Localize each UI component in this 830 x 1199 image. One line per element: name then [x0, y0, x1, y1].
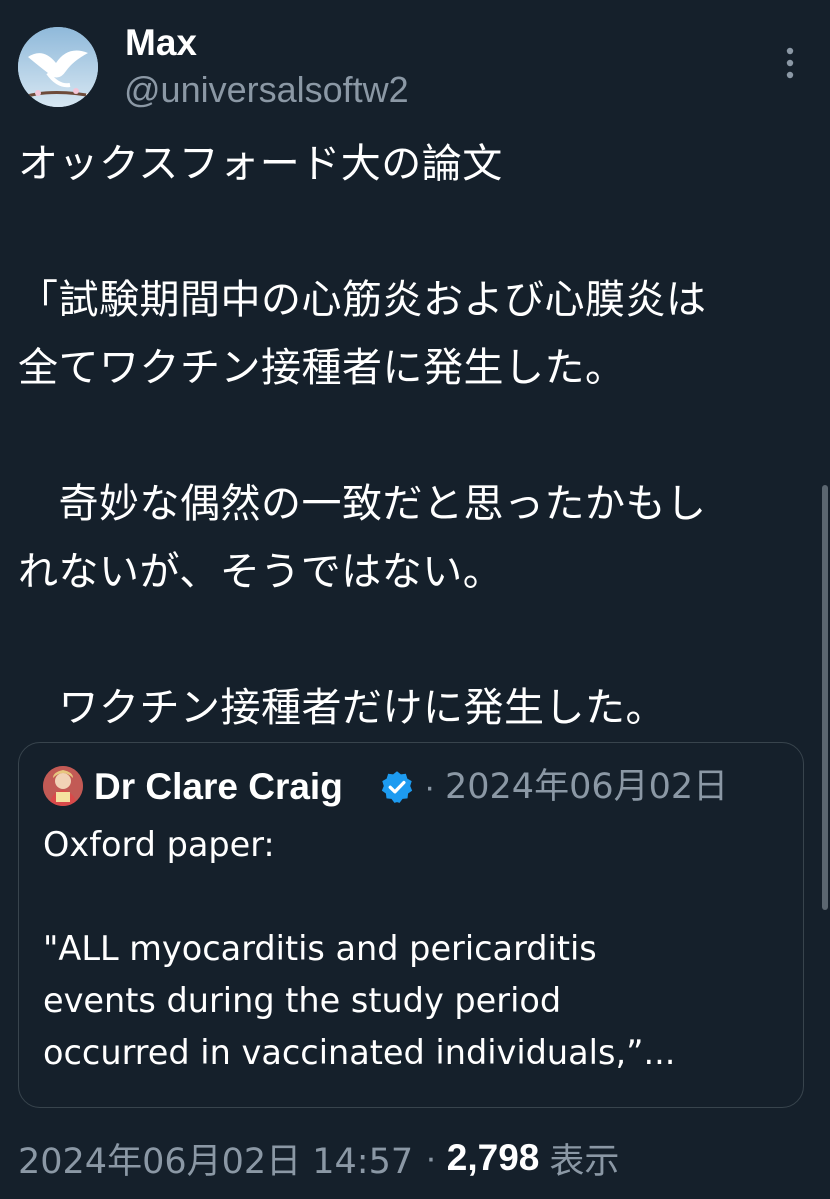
avatar-image — [18, 27, 98, 107]
post-text-line — [18, 606, 818, 674]
quote-text: Oxford paper: "ALL myocarditis and peric… — [43, 819, 783, 1079]
meta-separator: · — [425, 1138, 437, 1177]
quote-text-line: Oxford paper: — [43, 825, 275, 864]
quote-separator: · — [424, 768, 436, 806]
user-handle[interactable]: @universalsoftw2 — [124, 69, 409, 111]
post-meta: 2024年06月02日 14:57 · 2,798 表示 — [18, 1130, 619, 1186]
post-text-line: 「試験期間中の心筋炎および心膜炎は — [18, 277, 707, 323]
post-text: オックスフォード大の論文 「試験期間中の心筋炎および心膜炎は 全てワクチン接種者… — [18, 130, 818, 742]
views-label: 表示 — [549, 1141, 620, 1182]
quoted-post-card[interactable]: Dr Clare Craig · 2024年06月02日 Oxford pape… — [18, 742, 804, 1108]
quote-text-line: "ALL myocarditis and pericarditis — [43, 929, 597, 968]
quote-author-name: Dr Clare Craig — [94, 766, 343, 807]
post-header: Max @universalsoftw2 — [18, 23, 818, 115]
verified-badge-icon — [379, 769, 415, 805]
quote-text-line — [43, 871, 783, 923]
post-text-line: 全てワクチン接種者に発生した。 — [18, 345, 626, 391]
more-vertical-icon[interactable] — [778, 43, 802, 83]
post-timestamp[interactable]: 2024年06月02日 14:57 — [18, 1133, 413, 1184]
quote-date: 2024年06月02日 — [445, 767, 729, 807]
user-name[interactable]: Max — [125, 23, 197, 63]
quote-text-line: events during the study period — [43, 981, 562, 1020]
quote-text-line: occurred in vaccinated individuals,”... — [43, 1033, 676, 1072]
post-text-line: れないが、そうではない。 — [18, 549, 504, 595]
post-text-line: 奇妙な偶然の一致だと思ったかもし — [18, 481, 707, 527]
post-text-line: オックスフォード大の論文 — [18, 141, 503, 187]
post-text-line: ワクチン接種者だけに発生した。 — [18, 685, 666, 731]
views-count[interactable]: 2,798 — [447, 1137, 540, 1179]
avatar[interactable] — [18, 27, 98, 107]
post-text-line — [18, 198, 818, 266]
scrollbar[interactable] — [822, 485, 828, 910]
quote-avatar — [43, 766, 83, 806]
post-text-line — [18, 402, 818, 470]
